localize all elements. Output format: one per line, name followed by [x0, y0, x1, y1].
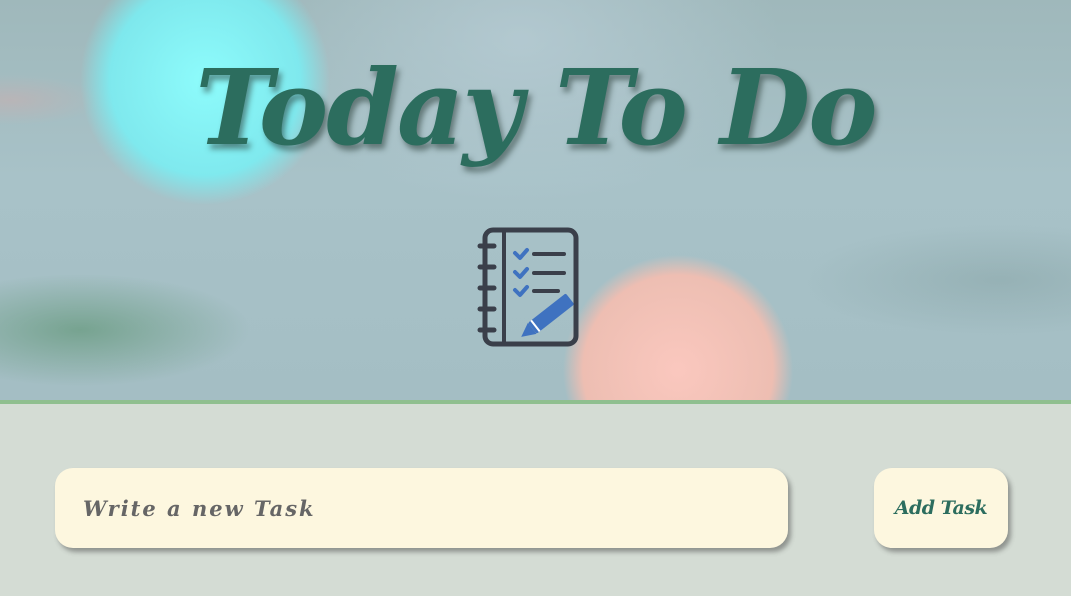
add-task-button[interactable]: Add Task — [874, 468, 1008, 548]
app-page: Today To Do Write a new Task Add Task — [0, 0, 1071, 596]
new-task-input[interactable] — [55, 468, 788, 548]
header-hero: Today To Do — [0, 0, 1071, 400]
notebook-checklist-icon — [477, 227, 579, 347]
page-title: Today To Do — [195, 46, 877, 169]
header-divider — [0, 400, 1071, 404]
